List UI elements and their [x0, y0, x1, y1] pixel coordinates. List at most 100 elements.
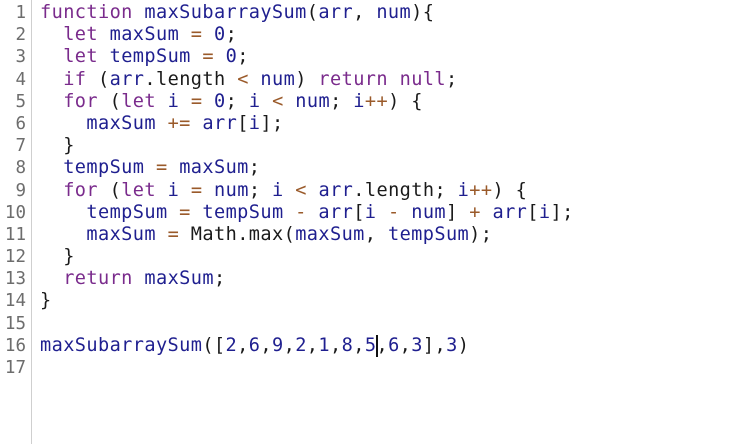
- code-token: tempSum: [86, 201, 168, 223]
- code-line[interactable]: 12 }: [0, 246, 737, 268]
- code-line[interactable]: 4 if (arr.length < num) return null;: [0, 69, 737, 91]
- code-line[interactable]: 11 maxSum = Math.max(maxSum, tempSum);: [0, 224, 737, 246]
- code-text[interactable]: }: [40, 246, 75, 268]
- code-token: .: [237, 223, 249, 245]
- code-token: =: [190, 24, 203, 46]
- code-line[interactable]: 7 }: [0, 135, 737, 157]
- code-token: i: [167, 179, 180, 201]
- code-text[interactable]: for (let i = num; i < arr.length; i++) {: [40, 180, 527, 202]
- code-line[interactable]: 8 tempSum = maxSum;: [0, 157, 737, 179]
- code-token: +=: [167, 112, 191, 134]
- code-token: null: [399, 68, 446, 90]
- code-token: i: [272, 179, 284, 201]
- code-text[interactable]: }: [40, 135, 75, 157]
- code-line[interactable]: 14}: [0, 290, 737, 312]
- code-line[interactable]: 6 maxSum += arr[i];: [0, 113, 737, 135]
- code-token: ){: [411, 2, 435, 23]
- code-token: ,: [353, 2, 377, 23]
- code-token: 2: [225, 334, 238, 356]
- code-token: 6: [388, 334, 400, 356]
- code-text[interactable]: maxSum += arr[i];: [40, 113, 284, 135]
- code-editor[interactable]: 1 function maxSubarraySum(arr, num){2 let…: [0, 0, 737, 444]
- code-token: ],: [422, 334, 447, 356]
- code-text[interactable]: }: [40, 290, 52, 312]
- code-text[interactable]: for (let i = 0; i < num; i++) {: [40, 91, 423, 113]
- code-token: ;: [434, 179, 458, 201]
- line-number: 7: [15, 136, 26, 157]
- code-line[interactable]: 15: [0, 313, 737, 335]
- code-text[interactable]: tempSum = tempSum - arr[i - num] + arr[i…: [40, 202, 574, 224]
- code-token: let: [63, 46, 98, 68]
- code-token: 8: [341, 334, 354, 356]
- code-token: let: [63, 24, 98, 46]
- code-token: ++: [469, 179, 493, 201]
- code-text[interactable]: let maxSum = 0;: [40, 24, 237, 46]
- code-token: ;: [446, 68, 458, 90]
- code-line[interactable]: 9 for (let i = num; i < arr.length; i++)…: [0, 180, 737, 202]
- code-token: num: [411, 201, 447, 223]
- code-text[interactable]: tempSum = maxSum;: [40, 157, 260, 179]
- code-text[interactable]: maxSubarraySum([2,6,9,2,1,8,5,6,3],3): [40, 334, 469, 357]
- code-line[interactable]: 13 return maxSum;: [0, 268, 737, 290]
- code-line[interactable]: 17: [0, 357, 737, 379]
- code-token: .: [353, 179, 365, 201]
- code-token: [: [527, 201, 539, 223]
- code-line[interactable]: 10 tempSum = tempSum - arr[i - num] + ar…: [0, 202, 737, 224]
- code-line[interactable]: 5 for (let i = 0; i < num; i++) {: [0, 91, 737, 113]
- code-token: <: [272, 90, 284, 112]
- code-token: ;: [248, 157, 261, 179]
- code-line[interactable]: 3 let tempSum = 0;: [0, 46, 737, 68]
- code-token: .: [144, 68, 157, 90]
- code-token: 3: [411, 334, 423, 356]
- code-token: 1: [318, 334, 331, 356]
- code-token: ,: [364, 223, 388, 245]
- code-token: -: [388, 201, 400, 223]
- code-token: Math: [190, 223, 238, 245]
- code-text[interactable]: return maxSum;: [40, 268, 226, 290]
- code-token: maxSum: [86, 223, 156, 245]
- code-text[interactable]: let tempSum = 0;: [40, 46, 249, 68]
- code-token: 0: [214, 24, 226, 46]
- code-token: maxSubarraySum: [144, 2, 307, 23]
- code-token: tempSum: [109, 46, 191, 68]
- code-text[interactable]: if (arr.length < num) return null;: [40, 69, 458, 91]
- code-text[interactable]: function maxSubarraySum(arr, num){: [40, 2, 434, 24]
- code-token: (: [98, 179, 122, 201]
- code-line[interactable]: 2 let maxSum = 0;: [0, 24, 737, 46]
- line-number: 5: [15, 91, 26, 112]
- code-token: 2: [295, 334, 307, 356]
- code-text[interactable]: maxSum = Math.max(maxSum, tempSum);: [40, 224, 492, 246]
- code-token: length: [364, 179, 435, 201]
- code-token: ,: [376, 334, 389, 356]
- code-token: 0: [225, 46, 238, 68]
- code-token: i: [167, 90, 180, 112]
- code-token: num: [260, 68, 296, 90]
- code-token: <: [237, 68, 249, 90]
- code-token: (: [306, 2, 319, 23]
- code-line[interactable]: 16 maxSubarraySum([2,6,9,2,1,8,5,6,3],3): [0, 334, 737, 357]
- code-token: let: [121, 90, 156, 112]
- code-token: (: [86, 68, 110, 90]
- code-line[interactable]: 1 function maxSubarraySum(arr, num){: [0, 2, 737, 24]
- code-token: i: [457, 179, 470, 201]
- code-token: arr: [109, 68, 145, 90]
- code-token: -: [295, 201, 307, 223]
- line-number: 9: [15, 180, 26, 201]
- code-token: ];: [550, 201, 574, 223]
